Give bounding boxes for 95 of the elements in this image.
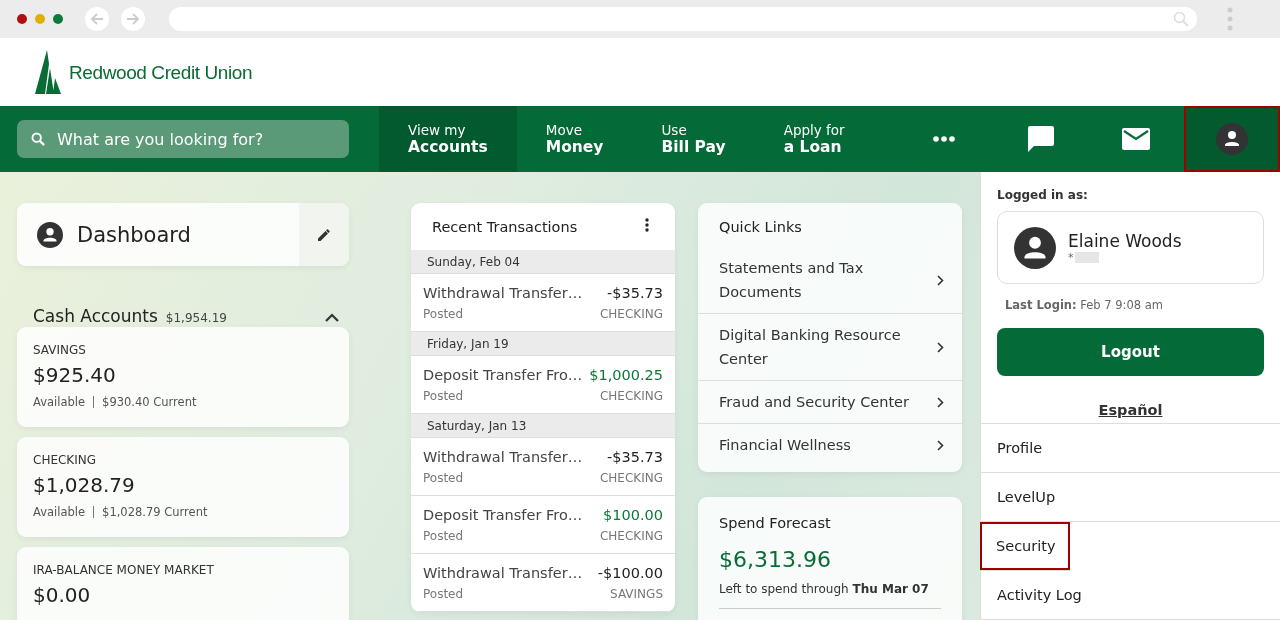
section-total: $1,954.19: [165, 311, 227, 325]
forward-button[interactable]: [121, 7, 145, 31]
transaction-amount: -$35.73: [607, 284, 663, 301]
pencil-icon: [317, 227, 331, 242]
date-header: Saturday, Jan 13: [411, 414, 675, 438]
account-name: CHECKING: [33, 453, 98, 467]
account-name: IRA-BALANCE MONEY MARKET: [33, 563, 215, 577]
transaction-description: Deposit Transfer Fro…: [423, 506, 583, 523]
maximize-window-dot[interactable]: [53, 14, 63, 24]
masked-member-id: *: [1068, 251, 1074, 264]
chevron-right-icon: [937, 439, 944, 451]
last-login-text: Last Login: Feb 7 9:08 am: [1005, 298, 1164, 312]
transaction-description: Deposit Transfer Fro…: [423, 366, 583, 383]
forward-arrow-icon: [125, 11, 141, 27]
current-balance: $1,028.79 Current: [102, 505, 208, 519]
available-label: Available: [33, 505, 86, 519]
transaction-account: CHECKING: [599, 388, 663, 403]
menu-item[interactable]: Profile: [981, 424, 1280, 473]
transaction-status: Posted: [423, 388, 464, 403]
transaction-amount: -$100.00: [597, 564, 663, 581]
minimize-window-dot[interactable]: [35, 14, 45, 24]
card-title: Recent Transactions: [432, 218, 578, 235]
card-title: Spend Forecast: [719, 515, 832, 531]
search-icon: [1173, 11, 1189, 27]
available-label: Available: [33, 395, 86, 409]
account-card[interactable]: SAVINGS $925.40 Available $930.40 Current: [17, 327, 349, 427]
section-title: Cash Accounts: [33, 306, 158, 326]
chat-bubble-icon: [1026, 126, 1054, 152]
back-button[interactable]: [85, 7, 109, 31]
account-name: SAVINGS: [33, 343, 87, 357]
logout-button[interactable]: Logout: [997, 328, 1264, 376]
nav-tab[interactable]: View my Accounts: [379, 106, 517, 172]
quick-link[interactable]: Statements and Tax Documents: [698, 247, 962, 314]
browser-menu-icon[interactable]: [1227, 7, 1233, 31]
transaction-row[interactable]: Withdrawal Transfer… -$35.73 Posted CHECKING: [411, 438, 675, 496]
search-field[interactable]: What are you looking for?: [17, 120, 349, 158]
brand-name[interactable]: Redwood Credit Union: [69, 62, 253, 84]
transaction-description: Withdrawal Transfer…: [423, 448, 583, 465]
transaction-description: Withdrawal Transfer…: [423, 564, 583, 581]
menu-item[interactable]: Security: [980, 522, 1070, 571]
date-header: Friday, Jan 19: [411, 332, 675, 356]
current-balance: $930.40 Current: [102, 395, 197, 409]
transaction-description: Withdrawal Transfer…: [423, 284, 583, 301]
transaction-status: Posted: [423, 528, 464, 543]
envelope-icon: [1122, 128, 1150, 150]
back-arrow-icon: [89, 11, 105, 27]
transaction-account: CHECKING: [599, 470, 663, 485]
menu-item[interactable]: Activity Log: [981, 571, 1280, 620]
search-icon: [31, 132, 45, 146]
card-title: Quick Links: [718, 218, 803, 237]
user-name: Elaine Woods: [1068, 231, 1182, 251]
menu-item[interactable]: LevelUp: [981, 473, 1280, 522]
dashboard-title: Dashboard: [77, 222, 191, 247]
edit-button[interactable]: [299, 203, 349, 266]
transaction-amount: $100.00: [603, 506, 663, 523]
transaction-status: Posted: [423, 306, 464, 321]
redacted-block: [1074, 252, 1099, 263]
vertical-dots-icon: [645, 218, 649, 232]
transaction-status: Posted: [423, 470, 464, 485]
logged-in-label: Logged in as:: [997, 188, 1089, 202]
date-header: Sunday, Feb 04: [411, 250, 675, 274]
transaction-amount: $1,000.25: [589, 366, 663, 383]
user-avatar-icon: [1216, 123, 1248, 155]
account-card[interactable]: CHECKING $1,028.79 Available $1,028.79 Current: [17, 437, 349, 537]
address-bar[interactable]: [169, 7, 1197, 31]
user-avatar-icon: [1014, 226, 1056, 269]
user-avatar-icon: [37, 221, 63, 248]
forecast-note: Left to spend through Thu Mar 07: [719, 582, 930, 596]
chevron-right-icon: [937, 396, 944, 408]
account-card[interactable]: IRA-BALANCE MONEY MARKET $0.00: [17, 547, 349, 620]
quick-link[interactable]: Fraud and Security Center: [698, 381, 962, 424]
transaction-account: CHECKING: [599, 528, 663, 543]
transaction-account: CHECKING: [599, 306, 663, 321]
chevron-right-icon: [937, 341, 944, 353]
chevron-up-icon: [325, 313, 339, 322]
language-link[interactable]: Español: [1098, 402, 1163, 418]
quick-link[interactable]: Financial Wellness: [698, 424, 962, 466]
transaction-status: Posted: [423, 586, 464, 601]
transaction-row[interactable]: Withdrawal Transfer… -$100.00 Posted SAVINGS: [411, 554, 675, 612]
transaction-row[interactable]: Deposit Transfer Fro… $100.00 Posted CHECKING: [411, 496, 675, 554]
more-options-button[interactable]: [645, 218, 649, 235]
forecast-amount: $6,313.96: [719, 547, 832, 572]
account-balance: $0.00: [33, 583, 92, 607]
chevron-right-icon: [937, 274, 944, 286]
nav-tab[interactable]: Use Bill Pay: [632, 106, 755, 172]
nav-tab[interactable]: Apply for a Loan: [754, 106, 874, 172]
nav-tab[interactable]: Move Money: [516, 106, 633, 172]
account-balance: $1,028.79: [33, 473, 136, 497]
transaction-amount: -$35.73: [607, 448, 663, 465]
account-balance: $925.40: [33, 363, 117, 387]
more-dots-icon: [933, 136, 955, 142]
quick-link[interactable]: Digital Banking Resource Center: [698, 314, 962, 381]
close-window-dot[interactable]: [17, 14, 27, 24]
tree-logo-icon: [35, 50, 63, 94]
transaction-account: SAVINGS: [610, 586, 663, 601]
